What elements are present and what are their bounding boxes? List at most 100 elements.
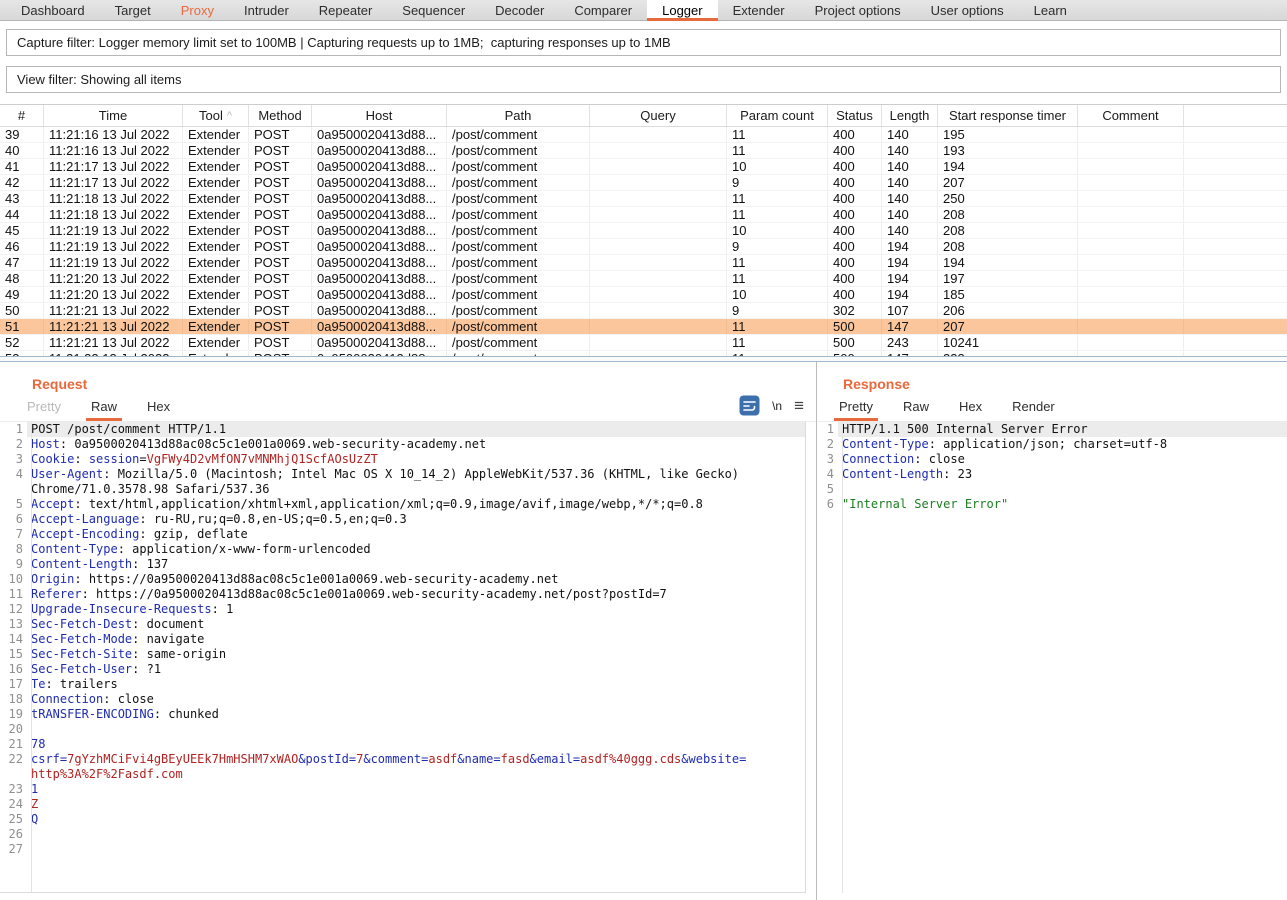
query-cell <box>590 223 727 238</box>
line-number <box>0 767 27 782</box>
column-header-tool[interactable]: Tool^ <box>183 105 249 126</box>
query-cell <box>590 335 727 350</box>
line-number: 14 <box>0 632 27 647</box>
view-filter-bar[interactable]: View filter: Showing all items <box>6 66 1281 93</box>
start_response_timer-cell: 193 <box>938 143 1078 158</box>
response-editor[interactable]: 1HTTP/1.1 500 Internal Server Error2Cont… <box>818 422 1287 893</box>
line-number: 13 <box>0 617 27 632</box>
comment-cell <box>1078 303 1184 318</box>
table-row[interactable]: 4611:21:19 13 Jul 2022ExtenderPOST0a9500… <box>0 239 1287 255</box>
response-tab-pretty[interactable]: Pretty <box>836 399 876 421</box>
menu-tab-target[interactable]: Target <box>100 0 166 20</box>
time-cell: 11:21:17 13 Jul 2022 <box>44 159 183 174</box>
editor-menu-icon[interactable]: ≡ <box>794 399 804 413</box>
sort-asc-icon: ^ <box>227 110 232 122</box>
editor-line: 14Sec-Fetch-Mode: navigate <box>0 632 805 647</box>
editor-line: 2Content-Type: application/json; charset… <box>818 437 1287 452</box>
menu-tab-decoder[interactable]: Decoder <box>480 0 559 20</box>
method-cell: POST <box>249 191 312 206</box>
column-header-time[interactable]: Time <box>44 105 183 126</box>
response-panel: Response Pretty Raw Hex Render 1HTTP/1.1 50… <box>818 362 1287 900</box>
editor-line: 231 <box>0 782 805 797</box>
menu-tab-extender[interactable]: Extender <box>718 0 800 20</box>
column-header--[interactable]: # <box>0 105 44 126</box>
table-row[interactable]: 3911:21:16 13 Jul 2022ExtenderPOST0a9500… <box>0 127 1287 143</box>
time-cell: 11:21:19 13 Jul 2022 <box>44 255 183 270</box>
column-header-path[interactable]: Path <box>447 105 590 126</box>
time-cell: 11:21:16 13 Jul 2022 <box>44 127 183 142</box>
response-tab-raw[interactable]: Raw <box>900 399 932 421</box>
line-number: 6 <box>818 497 838 512</box>
newline-toggle-icon[interactable]: \n <box>772 399 782 413</box>
menu-tab-sequencer[interactable]: Sequencer <box>387 0 480 20</box>
tool-cell: Extender <box>183 239 249 254</box>
column-header-method[interactable]: Method <box>249 105 312 126</box>
start_response_timer-cell: 185 <box>938 287 1078 302</box>
start_response_timer-cell: 207 <box>938 175 1078 190</box>
editor-line: 25Q <box>0 812 805 827</box>
comment-cell <box>1078 239 1184 254</box>
param_count-cell: 11 <box>727 271 828 286</box>
time-cell: 11:21:20 13 Jul 2022 <box>44 271 183 286</box>
column-header-query[interactable]: Query <box>590 105 727 126</box>
response-tab-render[interactable]: Render <box>1009 399 1058 421</box>
editor-line: 1HTTP/1.1 500 Internal Server Error <box>818 422 1287 437</box>
table-row[interactable]: 4911:21:20 13 Jul 2022ExtenderPOST0a9500… <box>0 287 1287 303</box>
menu-tab-comparer[interactable]: Comparer <box>559 0 647 20</box>
comment-cell <box>1078 287 1184 302</box>
table-row[interactable]: 4111:21:17 13 Jul 2022ExtenderPOST0a9500… <box>0 159 1287 175</box>
comment-cell <box>1078 223 1184 238</box>
table-row[interactable]: 4011:21:16 13 Jul 2022ExtenderPOST0a9500… <box>0 143 1287 159</box>
request-tab-raw[interactable]: Raw <box>88 399 120 421</box>
response-tab-hex[interactable]: Hex <box>956 399 985 421</box>
wrap-toggle-icon[interactable] <box>739 395 760 416</box>
param_count-cell: 11 <box>727 319 828 334</box>
status-cell: 400 <box>828 143 882 158</box>
menu-tab-repeater[interactable]: Repeater <box>304 0 387 20</box>
menu-tab-learn[interactable]: Learn <box>1019 0 1082 20</box>
table-row[interactable]: 4411:21:18 13 Jul 2022ExtenderPOST0a9500… <box>0 207 1287 223</box>
table-row[interactable]: 4311:21:18 13 Jul 2022ExtenderPOST0a9500… <box>0 191 1287 207</box>
status-cell: 400 <box>828 191 882 206</box>
table-row[interactable]: 5211:21:21 13 Jul 2022ExtenderPOST0a9500… <box>0 335 1287 351</box>
editor-line: 27 <box>0 842 805 857</box>
editor-line: 6"Internal Server Error" <box>818 497 1287 512</box>
status-cell: 400 <box>828 175 882 190</box>
menu-tab-dashboard[interactable]: Dashboard <box>6 0 100 20</box>
comment-cell <box>1078 159 1184 174</box>
request-editor[interactable]: 1POST /post/comment HTTP/1.12Host: 0a950… <box>0 422 806 893</box>
column-header-comment[interactable]: Comment <box>1078 105 1184 126</box>
capture-filter-bar[interactable]: Capture filter: Logger memory limit set … <box>6 29 1281 56</box>
length-cell: 140 <box>882 127 938 142</box>
menu-tab-proxy[interactable]: Proxy <box>166 0 229 20</box>
table-row[interactable]: 5111:21:21 13 Jul 2022ExtenderPOST0a9500… <box>0 319 1287 335</box>
menu-tab-user-options[interactable]: User options <box>916 0 1019 20</box>
menu-tab-project-options[interactable]: Project options <box>800 0 916 20</box>
line-number: 5 <box>0 497 27 512</box>
line-number: 6 <box>0 512 27 527</box>
response-panel-title: Response <box>843 376 1287 392</box>
column-header-start-response-timer[interactable]: Start response timer <box>938 105 1078 126</box>
start_response_timer-cell: 194 <box>938 159 1078 174</box>
table-row[interactable]: 4511:21:19 13 Jul 2022ExtenderPOST0a9500… <box>0 223 1287 239</box>
id-cell: 46 <box>0 239 44 254</box>
column-header-host[interactable]: Host <box>312 105 447 126</box>
table-row[interactable]: 4711:21:19 13 Jul 2022ExtenderPOST0a9500… <box>0 255 1287 271</box>
id-cell: 40 <box>0 143 44 158</box>
request-tab-hex[interactable]: Hex <box>144 399 173 421</box>
param_count-cell: 10 <box>727 287 828 302</box>
request-tab-row: PrettyRawHex \n ≡ <box>0 397 816 422</box>
menu-tab-intruder[interactable]: Intruder <box>229 0 304 20</box>
param_count-cell: 10 <box>727 223 828 238</box>
column-header-param-count[interactable]: Param count <box>727 105 828 126</box>
table-row[interactable]: 4811:21:20 13 Jul 2022ExtenderPOST0a9500… <box>0 271 1287 287</box>
column-header-status[interactable]: Status <box>828 105 882 126</box>
menu-tab-logger[interactable]: Logger <box>647 0 717 20</box>
query-cell <box>590 207 727 222</box>
table-row[interactable]: 5011:21:21 13 Jul 2022ExtenderPOST0a9500… <box>0 303 1287 319</box>
table-row[interactable]: 4211:21:17 13 Jul 2022ExtenderPOST0a9500… <box>0 175 1287 191</box>
column-header-length[interactable]: Length <box>882 105 938 126</box>
tool-cell: Extender <box>183 303 249 318</box>
time-cell: 11:21:18 13 Jul 2022 <box>44 191 183 206</box>
path-cell: /post/comment <box>447 159 590 174</box>
